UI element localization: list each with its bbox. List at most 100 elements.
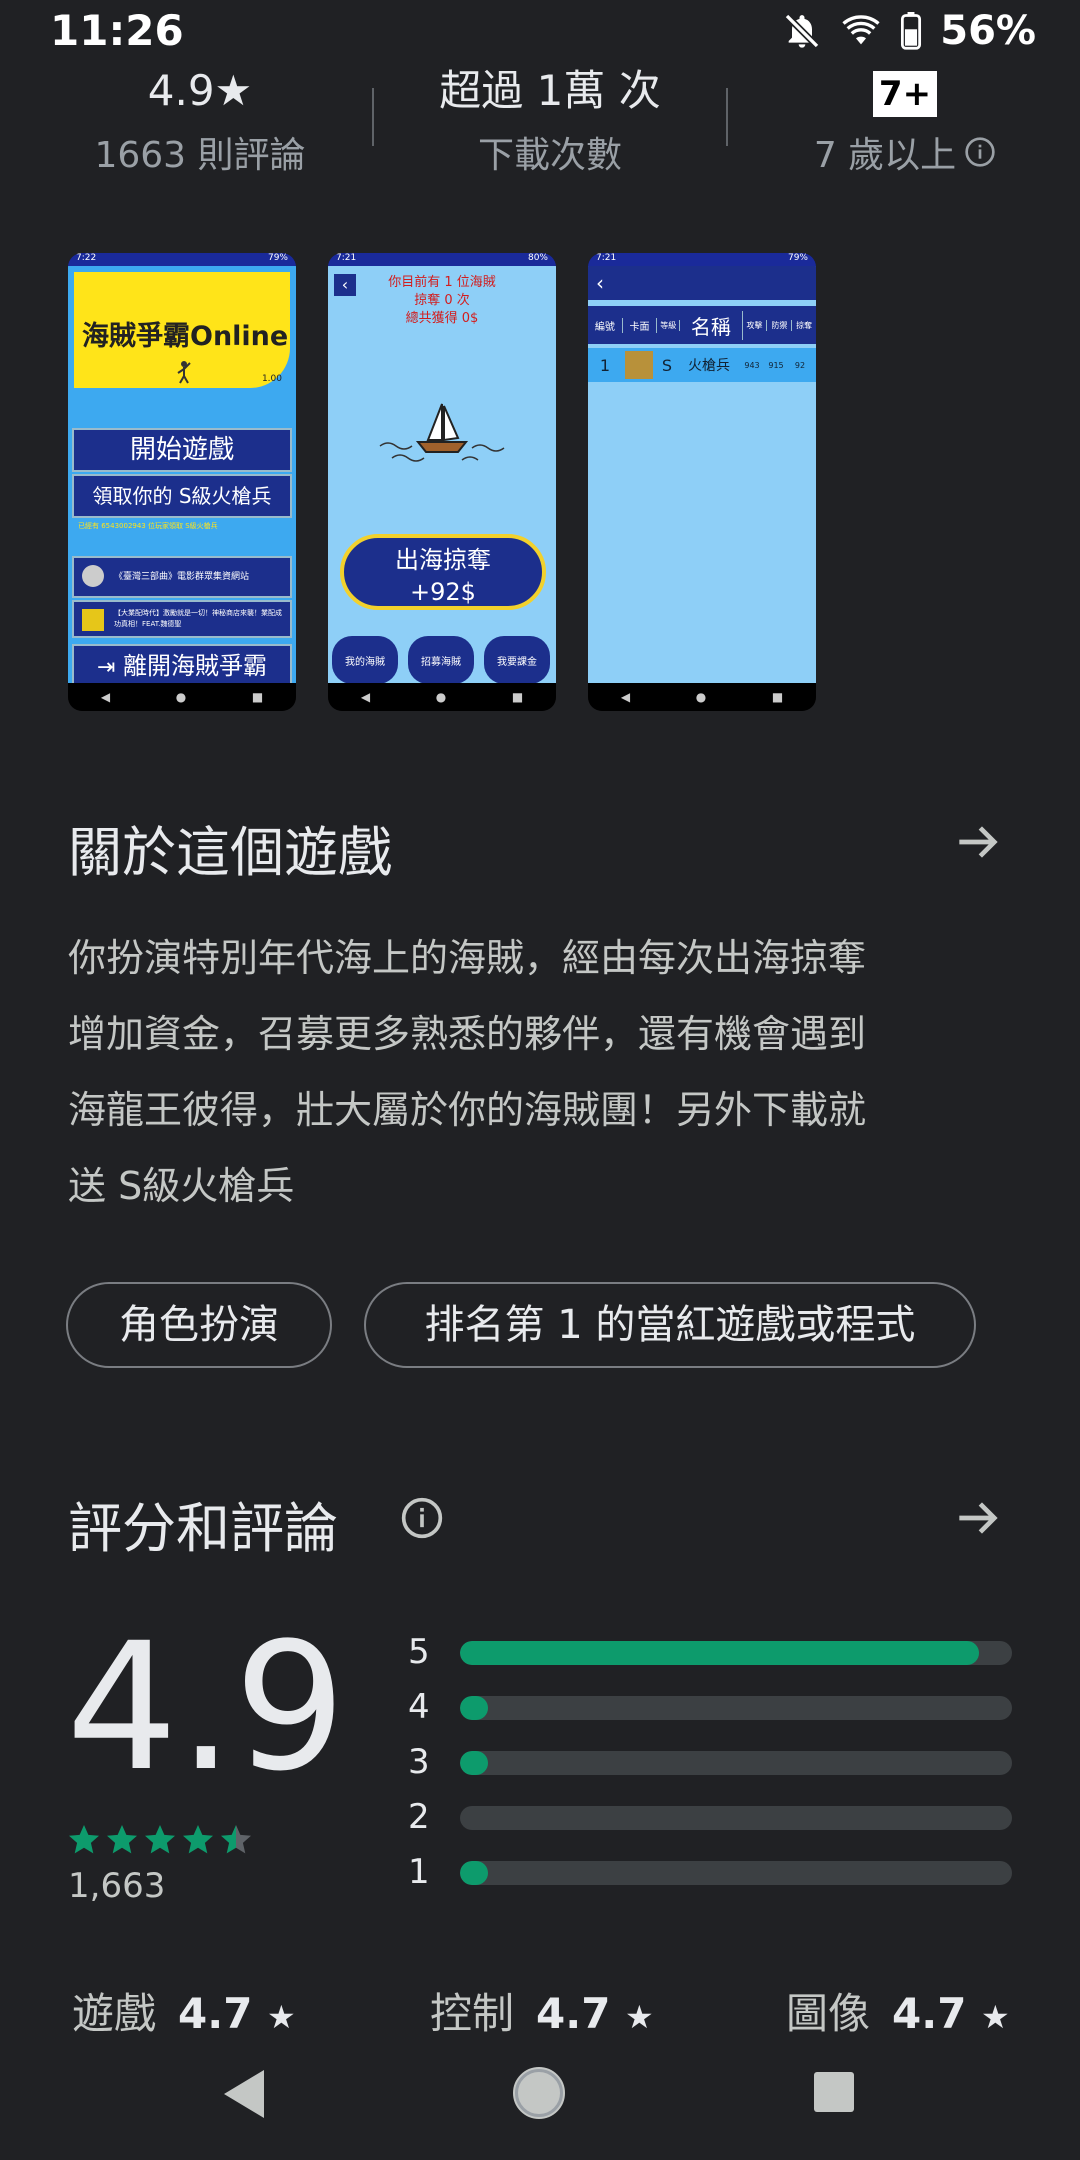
bar-label: 1: [408, 1852, 430, 1892]
film-link: 《臺灣三部曲》電影群眾集資網站: [72, 556, 292, 598]
table-cell: 943: [744, 360, 760, 370]
battery-percent: 56%: [940, 8, 1036, 54]
arrow-right-icon: [959, 826, 998, 858]
ad-thumbnail-icon: [82, 609, 104, 631]
rating-score: 4.9: [66, 1605, 346, 1810]
pirate-figure-icon: [177, 361, 191, 384]
rating-stat[interactable]: 4.9★ 1663 則評論: [80, 62, 320, 178]
column-header: 名稱: [680, 310, 743, 340]
film-link-label: 《臺灣三部曲》電影群眾集資網站: [114, 572, 250, 582]
purchase-button: 我要課金: [484, 636, 550, 684]
shot-status-battery: 80%: [527, 253, 548, 263]
column-header: 卡面: [623, 317, 658, 333]
about-arrow-button[interactable]: [950, 814, 1006, 874]
sub-rating-value: 4.7: [178, 1989, 253, 2038]
column-header: 等級: [657, 319, 681, 331]
pirate-summary: 你目前有 1 位海賊 掠奪 0 次 總共獲得 0$: [328, 274, 556, 328]
about-title: 關於這個遊戲: [68, 821, 392, 884]
sub-rating-value: 4.7: [536, 1989, 611, 2038]
my-pirates-label: 我的海賊: [345, 656, 385, 668]
nav-recents-button[interactable]: [812, 2070, 856, 2118]
bar-label: 5: [408, 1632, 430, 1672]
recents-icon: ■: [771, 690, 784, 704]
ratings-arrow-button[interactable]: [950, 1490, 1006, 1550]
home-icon: ●: [435, 690, 447, 704]
star-icon: [221, 1825, 251, 1854]
back-triangle-icon: [224, 2070, 264, 2118]
column-header: 攻擊: [743, 319, 768, 331]
raid-label: 出海掠奪: [395, 546, 491, 574]
purchase-label: 我要課金: [497, 656, 537, 668]
age-stat[interactable]: 7+ 7 歲以上: [790, 62, 1020, 178]
info-icon[interactable]: [964, 136, 996, 168]
ratings-info-button[interactable]: [400, 1496, 444, 1544]
table-cell: 1: [599, 355, 611, 375]
column-header: 防禦: [767, 319, 793, 331]
start-game-button: 開始遊戲: [72, 428, 292, 472]
table-cell: 92: [794, 360, 806, 370]
sailboat-icon: [379, 403, 505, 462]
ad-link: 【大業配時代】激勵就是一切！神秘商店來襲！業配成功真相！FEAT.魏德聖: [72, 600, 292, 638]
rating-bar-fill: [460, 1861, 488, 1885]
exit-button: ⇥ 離開海賊爭霸: [72, 644, 292, 688]
sub-rating-graphics: 圖像 4.7 ★: [786, 1980, 1010, 2041]
rating-bar-track: [460, 1806, 1012, 1830]
column-header: 掠奪: [796, 320, 813, 330]
raid-button: 出海掠奪 +92$: [340, 534, 546, 610]
table-header: 編號 卡面 等級 名稱 攻擊 防禦 掠奪: [588, 306, 816, 344]
tag-chip-roleplay[interactable]: 角色扮演: [66, 1282, 332, 1368]
sub-rating-label: 遊戲: [72, 1989, 157, 2038]
rating-stat-label: 1663 則評論: [94, 135, 306, 176]
claim-note: 已經有 6543002943 位玩家領取 S級火槍兵: [78, 522, 218, 530]
my-pirates-button: 我的海賊: [332, 636, 398, 684]
column-header: 編號: [588, 317, 623, 333]
tag-chip-top-chart[interactable]: 排名第 1 的當紅遊戲或程式: [364, 1282, 976, 1368]
star-icon: ★: [625, 1998, 654, 2036]
sub-rating-label: 控制: [430, 1989, 515, 2038]
screenshot-2[interactable]: 7:21 80% ‹ 你目前有 1 位海賊 掠奪 0 次 總共獲得 0$ 出海掠奪…: [328, 253, 556, 711]
star-icon: [183, 1825, 213, 1854]
recents-icon: ■: [511, 690, 524, 704]
exit-label: 離開海賊爭霸: [123, 652, 268, 680]
raid-reward: +92$: [410, 578, 476, 606]
system-navigation-bar: [0, 2048, 1080, 2142]
info-icon: [401, 1497, 443, 1539]
description-line: 送 S級火槍兵: [68, 1164, 295, 1208]
rating-stars: [66, 1822, 254, 1858]
age-stat-label: 7 歲以上: [813, 135, 957, 176]
table-cell: S: [661, 355, 673, 375]
bar-label: 4: [408, 1687, 430, 1727]
summary-line: 掠奪 0 次: [414, 293, 470, 308]
arrow-right-icon: [959, 1502, 998, 1534]
shot-status-battery: 79%: [787, 253, 808, 263]
bell-off-icon: [782, 11, 822, 51]
summary-line: 你目前有 1 位海賊: [388, 275, 496, 290]
game-version: 1.00: [261, 374, 282, 384]
rating-bar-fill: [460, 1751, 488, 1775]
shot-status-time: 7:22: [76, 253, 97, 263]
back-icon: ◀: [360, 690, 371, 704]
recruit-label: 招募海賊: [421, 656, 461, 668]
screenshot-3[interactable]: 7:21 79% ‹ 編號 卡面 等級 名稱 攻擊 防禦 掠奪 1 S 火槍兵 9…: [588, 253, 816, 711]
star-icon: [69, 1825, 99, 1854]
downloads-stat: 超過 1萬 次 下載次數: [410, 62, 690, 178]
ad-link-label: 【大業配時代】激勵就是一切！神秘商店來襲！業配成功真相！FEAT.魏德聖: [114, 609, 282, 628]
sub-rating-controls: 控制 4.7 ★: [430, 1980, 654, 2041]
game-title-banner: 海賊爭霸Online 1.00: [74, 272, 290, 388]
back-arrow-icon: ‹: [588, 266, 816, 300]
stat-divider: [372, 88, 374, 146]
age-rating-badge: 7+: [872, 71, 938, 117]
star-icon: [145, 1825, 175, 1854]
description-line: 增加資金，召募更多熟悉的夥伴，還有機會遇到: [68, 1012, 867, 1056]
claim-unit-button: 領取你的 S級火槍兵: [72, 474, 292, 518]
nav-back-button[interactable]: [220, 2068, 266, 2124]
home-icon: ●: [695, 690, 707, 704]
table-cell: 915: [768, 360, 784, 370]
rating-bar-track: [460, 1641, 1012, 1665]
nav-home-button[interactable]: [512, 2066, 566, 2124]
pirate-table: 編號 卡面 等級 名稱 攻擊 防禦 掠奪 1 S 火槍兵 943 915 92: [588, 306, 816, 382]
screenshot-1[interactable]: 7:22 79% 海賊爭霸Online 1.00 開始遊戲 領取你的 S級火槍兵 …: [68, 253, 296, 711]
rating-bar-track: [460, 1861, 1012, 1885]
battery-icon: [900, 12, 922, 50]
card-face-thumbnail: [625, 351, 653, 379]
